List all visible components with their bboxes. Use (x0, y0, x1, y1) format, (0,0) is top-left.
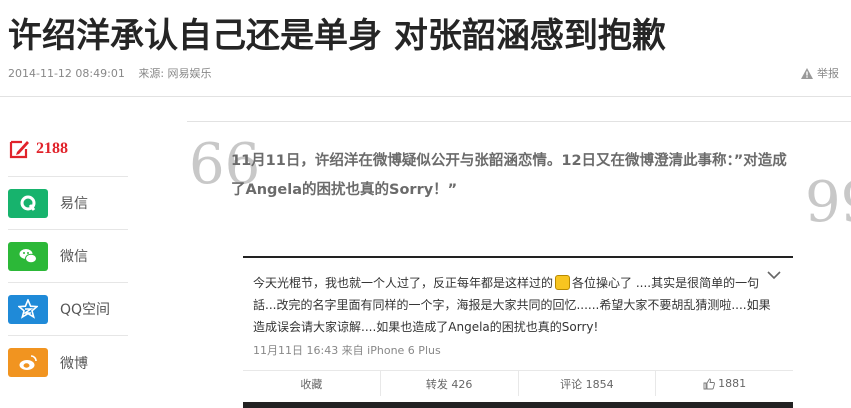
article-title: 许绍洋承认自己还是单身 对张韶涵感到抱歉 (8, 16, 666, 56)
wechat-icon (8, 241, 48, 271)
share-weibo[interactable]: 微博 (8, 336, 128, 389)
weibo-post-time: 11月11日 16:43 来自 iPhone 6 Plus (253, 344, 441, 357)
qzone-icon (8, 294, 48, 324)
favorite-button[interactable]: 收藏 (243, 371, 381, 396)
comment-edit-icon (9, 140, 29, 159)
share-qzone-label: QQ空间 (60, 302, 111, 318)
repost-button[interactable]: 转发 426 (381, 371, 519, 396)
report-label: 举报 (817, 67, 839, 80)
close-quote-icon: 99 (805, 170, 851, 235)
share-sidebar: 2188 易信 微信 QQ空间 微博 (8, 122, 128, 389)
like-button[interactable]: 1881 (656, 371, 793, 396)
comment-button[interactable]: 评论 1854 (519, 371, 657, 396)
article-source[interactable]: 来源: 网易娱乐 (138, 67, 211, 80)
weibo-text-part1: 今天光棍节，我也就一个人过了，反正每年都是这样过的 (253, 276, 554, 290)
quote-text: 11月11日，许绍洋在微博疑似公开与张韶涵恋情。12日又在微博澄清此事称：”对造… (231, 153, 787, 198)
warning-icon (801, 67, 813, 79)
weibo-icon (8, 348, 48, 377)
weibo-post-screenshot: 今天光棍节，我也就一个人过了，反正每年都是这样过的 各位操心了 ....其实是很简… (243, 256, 793, 408)
thumbs-up-icon (703, 378, 716, 389)
share-wechat-label: 微信 (60, 249, 88, 265)
share-wechat[interactable]: 微信 (8, 230, 128, 283)
report-button[interactable]: 举报 (801, 65, 839, 81)
weibo-image-edge (243, 402, 793, 408)
share-qzone[interactable]: QQ空间 (8, 283, 128, 336)
share-yixin[interactable]: 易信 (8, 177, 128, 230)
header-divider (0, 96, 851, 97)
yixin-icon (8, 188, 48, 218)
share-yixin-label: 易信 (60, 196, 88, 212)
article-meta: 2014-11-12 08:49:01 来源: 网易娱乐 (8, 65, 212, 81)
weibo-action-bar: 收藏 转发 426 评论 1854 1881 (243, 370, 793, 396)
smile-emoji-icon (555, 275, 571, 290)
comment-label: 评论 1854 (560, 377, 614, 391)
article-date: 2014-11-12 08:49:01 (8, 67, 125, 80)
repost-label: 转发 426 (425, 377, 473, 391)
lead-quote: 66 11月11日，许绍洋在微博疑似公开与张韶涵恋情。12日又在微博澄清此事称：… (187, 121, 851, 231)
comment-count-link[interactable]: 2188 (8, 122, 128, 177)
quote-divider (187, 121, 851, 122)
share-weibo-label: 微博 (60, 355, 88, 372)
weibo-post-text: 今天光棍节，我也就一个人过了，反正每年都是这样过的 各位操心了 ....其实是很简… (253, 272, 773, 338)
comment-count: 2188 (36, 140, 68, 157)
favorite-label: 收藏 (300, 377, 323, 391)
like-count: 1881 (718, 377, 747, 390)
chevron-down-icon[interactable] (767, 270, 781, 280)
